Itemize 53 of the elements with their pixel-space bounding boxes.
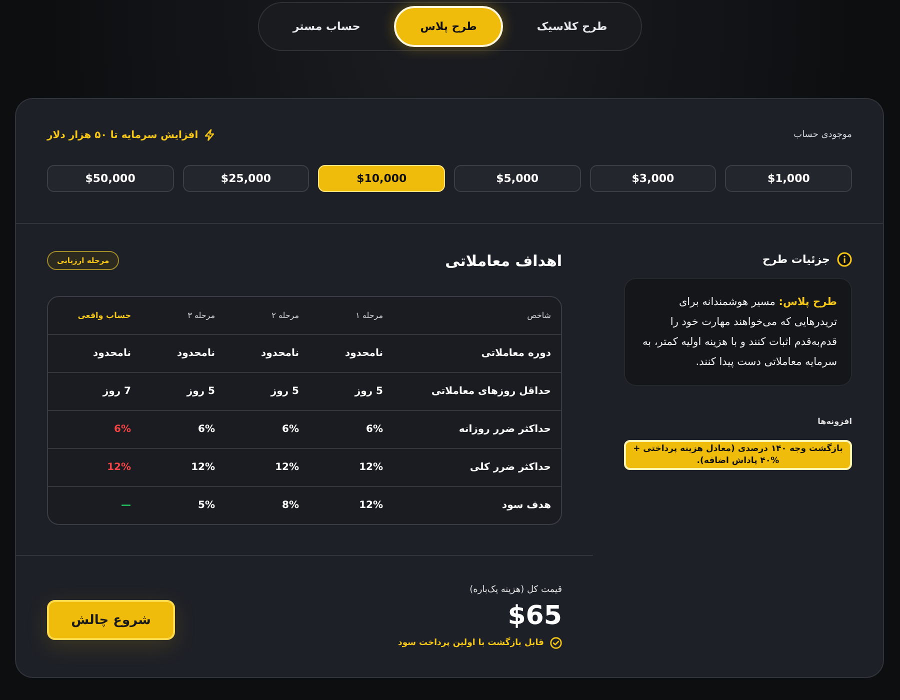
table-cell-text: —	[120, 500, 132, 511]
metric-cell-text: هدف سود	[500, 500, 552, 511]
metric-cell-text: حداکثر ضرر کلی	[468, 462, 552, 473]
column-header: شاخص	[526, 311, 552, 320]
table-cell-text: 6%	[197, 424, 216, 435]
column-header: مرحله ۱	[354, 311, 384, 320]
table-cell-text: 6%	[281, 424, 300, 435]
balance-option[interactable]: $3,000	[590, 165, 716, 192]
column-header: مرحله ۳	[186, 311, 216, 320]
column-header: حساب واقعی	[76, 311, 132, 320]
table-cell-text: نامحدود	[344, 348, 384, 359]
price-amount: $65	[506, 601, 562, 631]
plan-description: طرح پلاس: مسیر هوشمندانه برای تریدرهایی که می‌خواهند مهارت خود را قدم‌به‌قدم اثبات کنند و با هزینه اولیه کمتر، به سرمایه معاملاتی دست پیدا کنند.	[624, 278, 852, 386]
table-cell-text: 5 روز	[354, 386, 384, 397]
table-cell-text: 8%	[281, 500, 300, 511]
info-icon	[837, 252, 852, 267]
balance-label: موجودی حساب	[794, 130, 852, 140]
metric-cell-text: حداقل روزهای معاملاتی	[430, 386, 552, 397]
plan-tab[interactable]: طرح کلاسیک	[510, 6, 634, 47]
details-title: جزئیات طرح	[762, 253, 830, 266]
metric-cell-text: حداکثر ضرر روزانه	[458, 424, 552, 435]
column-header: مرحله ۲	[270, 311, 300, 320]
table-cell-text: نامحدود	[176, 348, 216, 359]
table-cell-text: 7 روز	[102, 386, 132, 397]
total-price-label: قیمت کل (هزینه یک‌باره)	[468, 585, 562, 595]
table-cell-text: 12%	[358, 500, 384, 511]
goals-title: اهداف معاملاتی	[445, 252, 562, 270]
check-circle-icon	[550, 637, 562, 649]
plan-tab[interactable]: طرح پلاس	[394, 6, 503, 47]
lightning-icon	[204, 129, 216, 141]
table-cell-text: 12%	[274, 462, 300, 473]
table-cell-text: 5 روز	[270, 386, 300, 397]
table-cell-text: 12%	[358, 462, 384, 473]
table-cell-text: 12%	[190, 462, 216, 473]
table-cell-text: نامحدود	[92, 348, 132, 359]
balance-option[interactable]: $10,000	[318, 165, 445, 192]
balance-option[interactable]: $50,000	[46, 165, 174, 192]
table-cell-text: 5%	[197, 500, 216, 511]
plan-tab[interactable]: حساب مستر	[266, 6, 386, 47]
table-cell-text: نامحدود	[260, 348, 300, 359]
refund-note: قابل بازگشت با اولین پرداخت سود	[398, 638, 544, 648]
addons-label: افزونه‌ها	[816, 417, 852, 426]
start-challenge-button[interactable]: شروع چالش	[47, 600, 175, 640]
table-cell-text: 5 روز	[186, 386, 216, 397]
balance-option[interactable]: $25,000	[182, 165, 310, 192]
metric-cell-text: دوره معاملاتی	[480, 348, 552, 359]
balance-option[interactable]: $1,000	[725, 165, 852, 192]
table-cell-text: 6%	[365, 424, 384, 435]
addon-banner: بازگشت وجه ۱۴۰ درصدی (معادل هزینه پرداختی + %۴۰ پاداش اضافه).	[624, 440, 852, 470]
table-cell-text: 12%	[106, 462, 132, 473]
balance-option[interactable]: $5,000	[454, 165, 581, 192]
capital-increase-note: افزایش سرمایه تا ۵۰ هزار دلار	[47, 130, 198, 140]
table-cell-text: 6%	[113, 424, 132, 435]
